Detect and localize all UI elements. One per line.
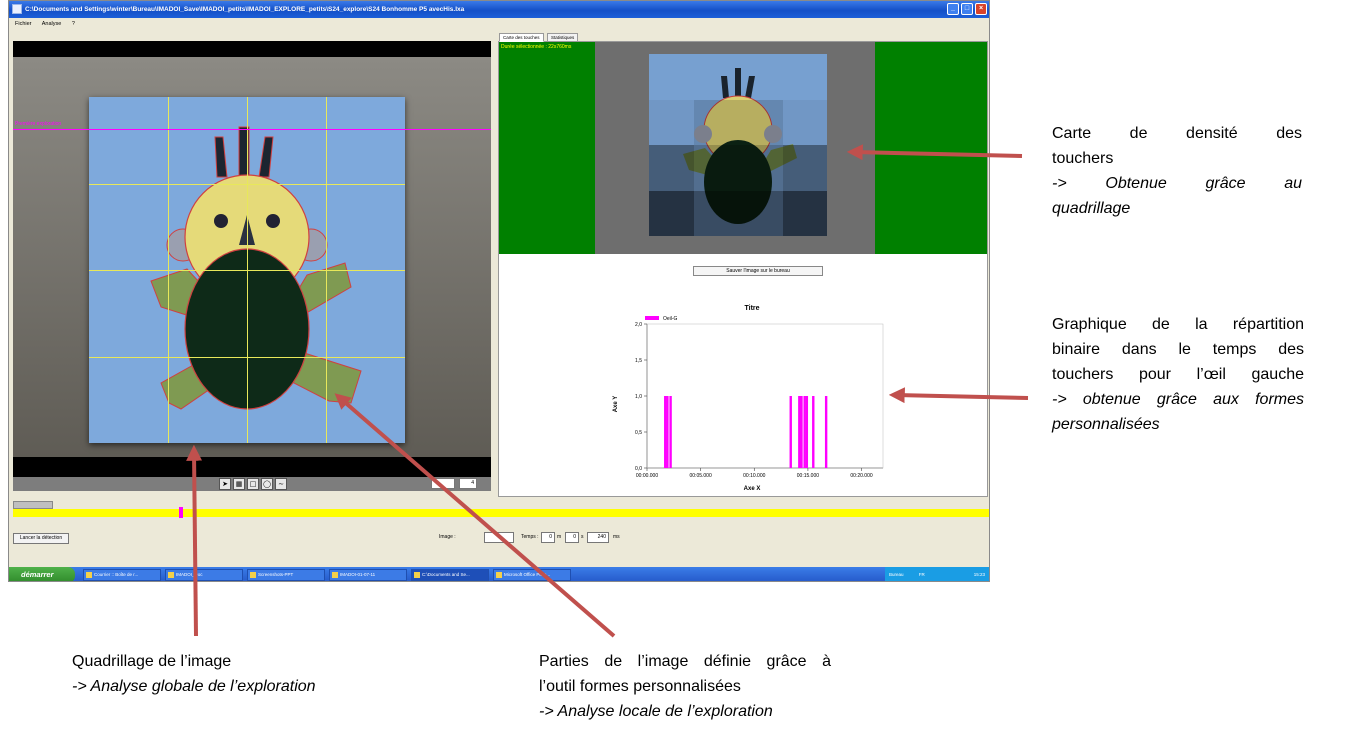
annotation-chart-line1: Graphique de la répartition (1052, 316, 1304, 333)
annotation-grid-line1: Quadrillage de l’image (72, 653, 232, 670)
annotation-chart-line4: -> obtenue grâce aux formes (1052, 391, 1304, 408)
annotation-shapes-line1: Parties de l’image définie grâce à (539, 653, 831, 670)
arrow-binary-chart (888, 387, 1029, 404)
arrow-custom-shapes (334, 393, 616, 638)
arrow-grid (186, 444, 203, 637)
annotation-chart-line2: binaire dans le temps des (1052, 341, 1304, 358)
annotation-density-line1: Carte de densité des (1052, 125, 1302, 142)
annotation-chart-line3: touchers pour l’œil gauche (1052, 366, 1304, 383)
annotation-binary-chart: Graphique de la répartition binaire dans… (1052, 312, 1304, 437)
annotation-shapes-line3: -> Analyse locale de l’exploration (539, 703, 773, 720)
annotation-shapes-line2: l’outil formes personnalisées (539, 678, 741, 695)
annotation-chart-line5: personnalisées (1052, 416, 1160, 433)
annotation-density-line4: quadrillage (1052, 200, 1131, 217)
annotation-grid: Quadrillage de l’image -> Analyse global… (72, 649, 392, 699)
annotation-density-line2: touchers (1052, 150, 1114, 167)
annotation-density-line3: -> Obtenue grâce au (1052, 175, 1302, 192)
annotation-custom-shapes: Parties de l’image définie grâce à l’out… (539, 649, 831, 724)
annotation-grid-line2: -> Analyse globale de l’exploration (72, 678, 316, 695)
arrow-density-map (846, 144, 1023, 161)
annotation-density-map: Carte de densité des touchers -> Obtenue… (1052, 121, 1302, 221)
